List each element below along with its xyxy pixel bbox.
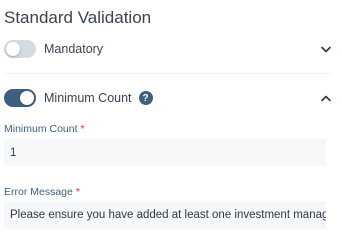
error-message-field-label: Error Message * (4, 186, 80, 198)
mandatory-row[interactable]: Mandatory (4, 37, 332, 61)
mandatory-label: Mandatory (44, 42, 104, 56)
divider (4, 73, 332, 74)
minimum-count-field-label: Minimum Count * (4, 123, 85, 135)
required-marker: * (80, 123, 85, 135)
mandatory-toggle[interactable] (4, 40, 36, 58)
toggle-knob (6, 42, 20, 56)
error-message-input[interactable]: Please ensure you have added at least on… (4, 201, 326, 229)
section-title: Standard Validation (4, 8, 152, 27)
required-marker: * (75, 186, 80, 198)
chevron-down-icon[interactable] (320, 43, 332, 55)
minimum-count-input[interactable]: 1 (4, 139, 326, 166)
chevron-up-icon[interactable] (320, 92, 332, 104)
minimum-count-label-text: Minimum Count (4, 123, 78, 135)
minimum-count-toggle[interactable] (4, 89, 36, 107)
error-message-label-text: Error Message (4, 186, 73, 198)
minimum-count-row[interactable]: Minimum Count ? (4, 86, 332, 110)
help-icon[interactable]: ? (138, 91, 153, 105)
minimum-count-row-label: Minimum Count (44, 91, 132, 105)
toggle-knob (20, 91, 34, 105)
